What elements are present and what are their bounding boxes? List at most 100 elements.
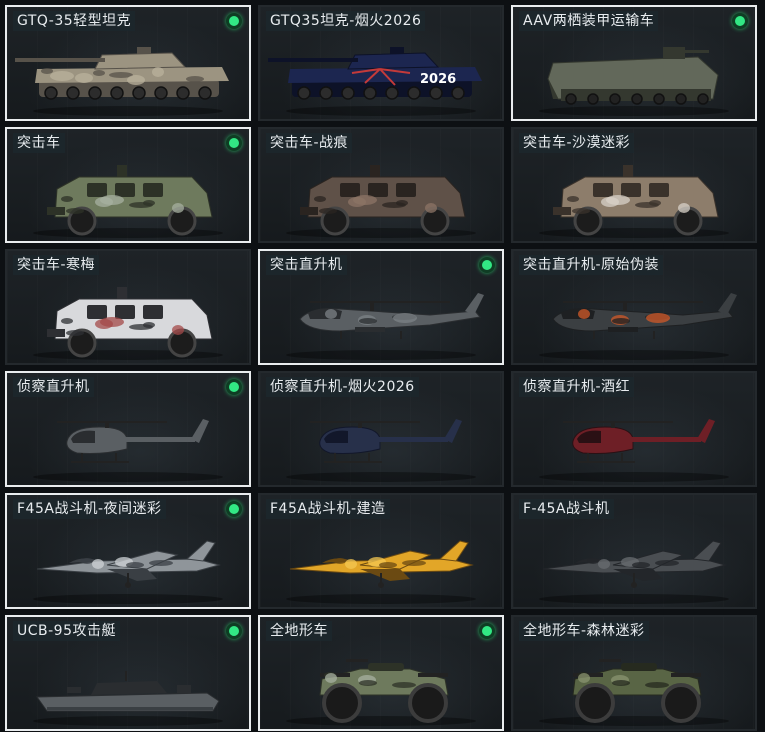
window	[143, 183, 163, 197]
vehicle-card[interactable]: F45A战斗机-建造	[258, 493, 504, 609]
wheel	[297, 86, 311, 100]
bumper	[300, 207, 318, 215]
camo-spot	[126, 562, 144, 568]
wheel	[675, 93, 687, 105]
vehicle-name: 突击车-战痕	[266, 133, 353, 153]
hatch	[137, 47, 151, 54]
vehicle-card[interactable]: 侦察直升机	[5, 371, 251, 487]
vehicle-card[interactable]: F-45A战斗机	[511, 493, 757, 609]
wheel	[66, 86, 80, 100]
camo-spot	[572, 208, 590, 214]
camo-spot	[81, 558, 93, 564]
vehicle-card[interactable]: 突击车	[5, 127, 251, 243]
rotor-blade	[57, 421, 167, 423]
wheel	[44, 86, 58, 100]
truck-illustration	[286, 165, 476, 238]
camo-spot	[578, 309, 590, 319]
rotor-mast	[623, 301, 627, 311]
ground-shadow	[33, 472, 223, 482]
vehicle-name: 突击车-寒梅	[13, 255, 100, 275]
gun-barrel	[15, 58, 105, 62]
rotor-mast	[358, 421, 362, 428]
tail-fin	[691, 540, 722, 562]
vehicle-card[interactable]: 突击直升机-原始伪装	[511, 249, 757, 365]
vehicle-card[interactable]: 突击车-寒梅	[5, 249, 251, 365]
tail-boom	[378, 437, 448, 442]
wheel	[565, 93, 577, 105]
vehicle-image	[260, 515, 502, 607]
camo-spot	[612, 680, 630, 686]
camo-spot	[649, 200, 661, 206]
bumper	[47, 329, 65, 337]
tail-boom	[631, 437, 701, 442]
skid	[324, 461, 382, 463]
window	[115, 183, 135, 197]
owned-indicator-icon	[226, 501, 242, 517]
gun-barrel	[681, 50, 709, 53]
camo-spot	[612, 318, 630, 324]
camo-spot	[655, 560, 679, 566]
vehicle-name: 侦察直升机	[13, 377, 94, 397]
owned-indicator-icon	[226, 13, 242, 29]
wheel	[587, 93, 599, 105]
ground-shadow	[286, 716, 476, 726]
camo-spot	[100, 195, 124, 205]
cargo-rack	[418, 673, 448, 677]
vehicle-name: F45A战斗机-建造	[266, 499, 390, 519]
skid	[71, 461, 129, 463]
vehicle-name: 全地形车-森林迷彩	[519, 621, 649, 641]
camo-spot	[345, 559, 357, 569]
skid-strut	[368, 453, 370, 461]
rotor-blade	[563, 421, 673, 423]
vehicle-name: 突击车-沙漠迷彩	[519, 133, 635, 153]
cabin	[91, 681, 167, 695]
wheel	[322, 683, 362, 723]
wheel	[631, 582, 637, 588]
camo-spot	[314, 196, 326, 202]
vehicle-card[interactable]: GTQ35坦克-烟火2026 2026	[258, 5, 504, 121]
camo-spot	[66, 330, 84, 336]
vehicle-card[interactable]: 侦察直升机-酒红	[511, 371, 757, 487]
vehicle-card[interactable]: 突击车-沙漠迷彩	[511, 127, 757, 243]
wheel	[653, 93, 665, 105]
vehicle-card[interactable]: 突击车-战痕	[258, 127, 504, 243]
turret-mount	[117, 165, 127, 177]
vehicle-image	[513, 637, 755, 729]
vehicle-card[interactable]: 全地形车-森林迷彩	[511, 615, 757, 731]
tank-illustration	[15, 47, 229, 116]
vehicle-image	[7, 27, 249, 119]
vehicle-card[interactable]: AAV两栖装甲运输车	[511, 5, 757, 121]
scout-illustration	[286, 419, 476, 482]
wheel	[408, 683, 448, 723]
camo-spot	[50, 71, 74, 81]
wheel	[429, 86, 443, 100]
vehicle-card[interactable]: GTQ-35轻型坦克	[5, 5, 251, 121]
heli-illustration	[286, 293, 484, 360]
vehicle-card[interactable]: UCB-95攻击艇	[5, 615, 251, 731]
wheel	[609, 93, 621, 105]
vehicle-card[interactable]: F45A战斗机-夜间迷彩	[5, 493, 251, 609]
seat	[621, 663, 657, 671]
aav-illustration	[539, 47, 729, 116]
rotor-mast	[611, 421, 615, 428]
wheel	[385, 86, 399, 100]
camo-spot	[359, 318, 377, 324]
jet-illustration	[286, 540, 476, 604]
bumper	[47, 207, 65, 215]
vehicle-card[interactable]: 突击直升机	[258, 249, 504, 365]
ground-shadow	[33, 106, 223, 116]
decal-text: 2026	[420, 72, 456, 87]
wheel	[176, 86, 190, 100]
vehicle-card[interactable]: 全地形车	[258, 615, 504, 731]
wheel	[631, 93, 643, 105]
vehicle-card[interactable]: 侦察直升机-烟火2026	[258, 371, 504, 487]
scout-illustration	[33, 419, 223, 482]
tail-fin	[697, 419, 715, 443]
window	[621, 183, 641, 197]
skid-strut	[334, 453, 336, 461]
owned-indicator-icon	[479, 623, 495, 639]
window	[396, 183, 416, 197]
ground-shadow	[33, 594, 223, 604]
tail-boom	[125, 437, 195, 442]
bumper	[553, 207, 571, 215]
